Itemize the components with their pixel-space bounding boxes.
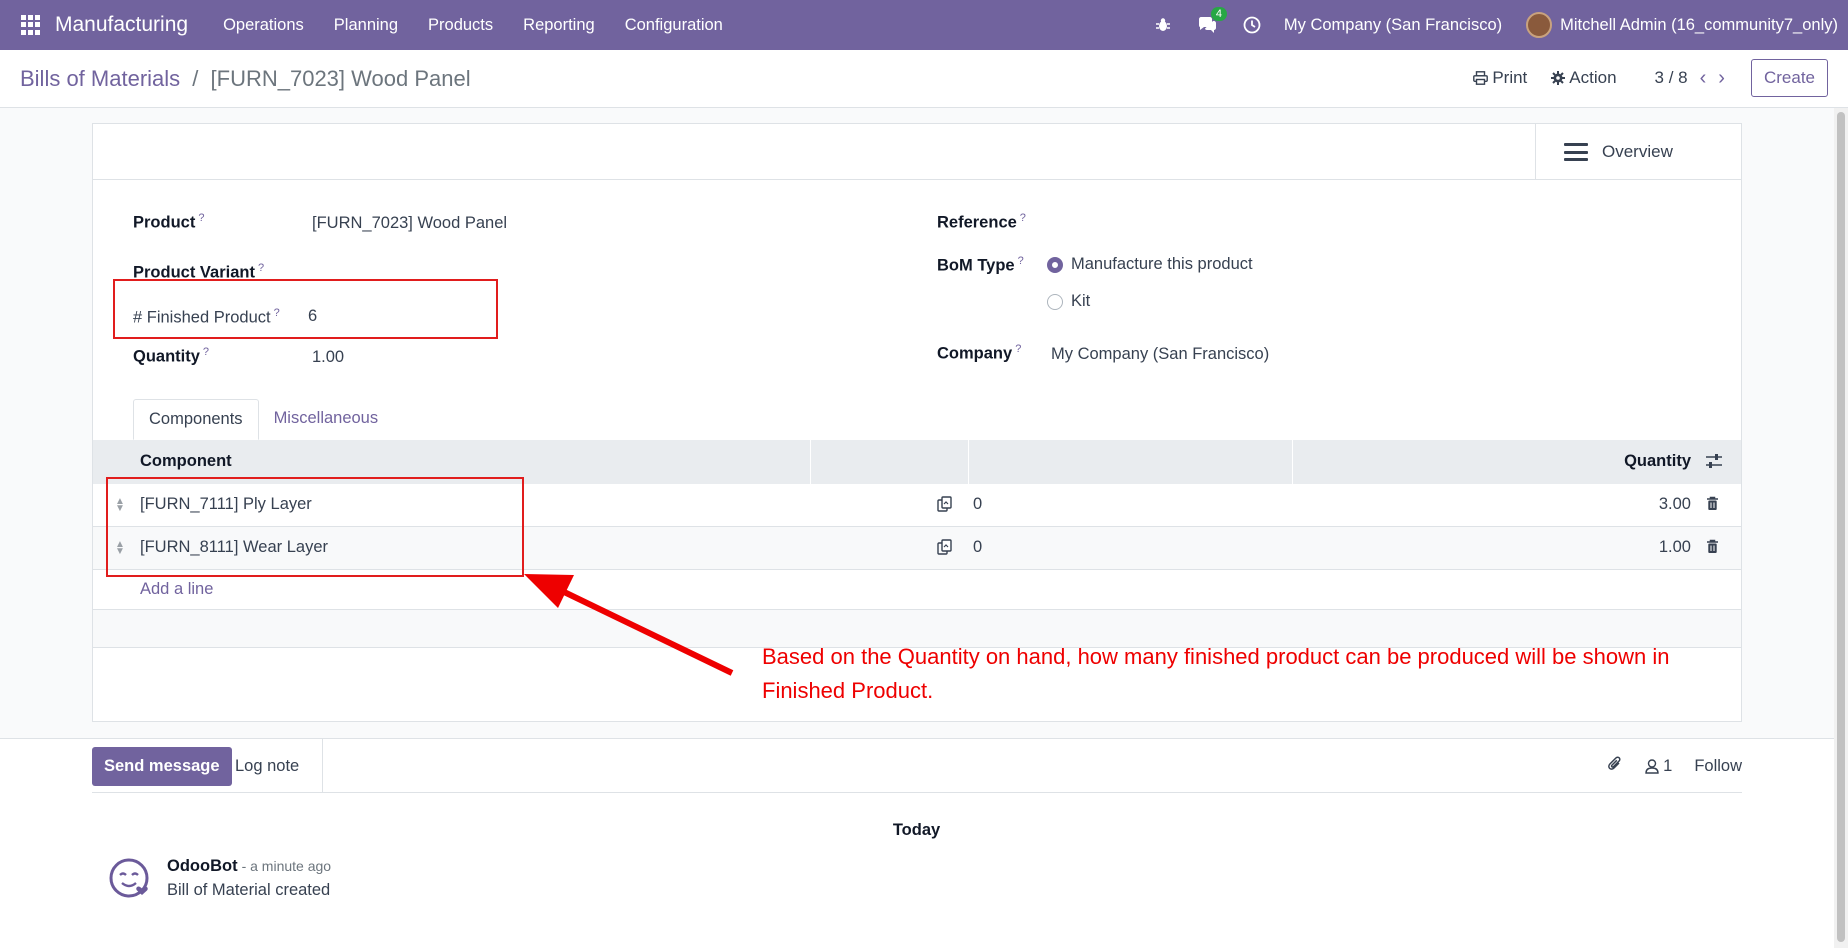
chatter-actions: 1 Follow	[1585, 755, 1742, 778]
followers-button[interactable]: 1	[1645, 757, 1672, 776]
annotation-text: Based on the Quantity on hand, how many …	[762, 644, 1670, 703]
page-scrollbar[interactable]	[1834, 108, 1848, 948]
attachment-paperclip-icon[interactable]	[1607, 755, 1623, 778]
date-separator: Today	[892, 821, 941, 839]
odoobot-avatar-icon	[109, 858, 149, 898]
user-icon	[1645, 759, 1659, 774]
follow-button[interactable]: Follow	[1694, 757, 1742, 776]
followers-count: 1	[1663, 757, 1673, 775]
message-body: Bill of Material created	[167, 881, 331, 899]
chatter: Send message Log note 1 Follow Today Odo…	[0, 738, 1848, 948]
log-note-button[interactable]: Log note	[227, 739, 323, 793]
chatter-topbar: Send message Log note 1 Follow	[92, 739, 1742, 793]
send-message-button[interactable]: Send message	[92, 747, 232, 786]
message-author: OdooBot - a minute ago	[167, 857, 332, 875]
message-time: - a minute ago	[241, 858, 332, 874]
